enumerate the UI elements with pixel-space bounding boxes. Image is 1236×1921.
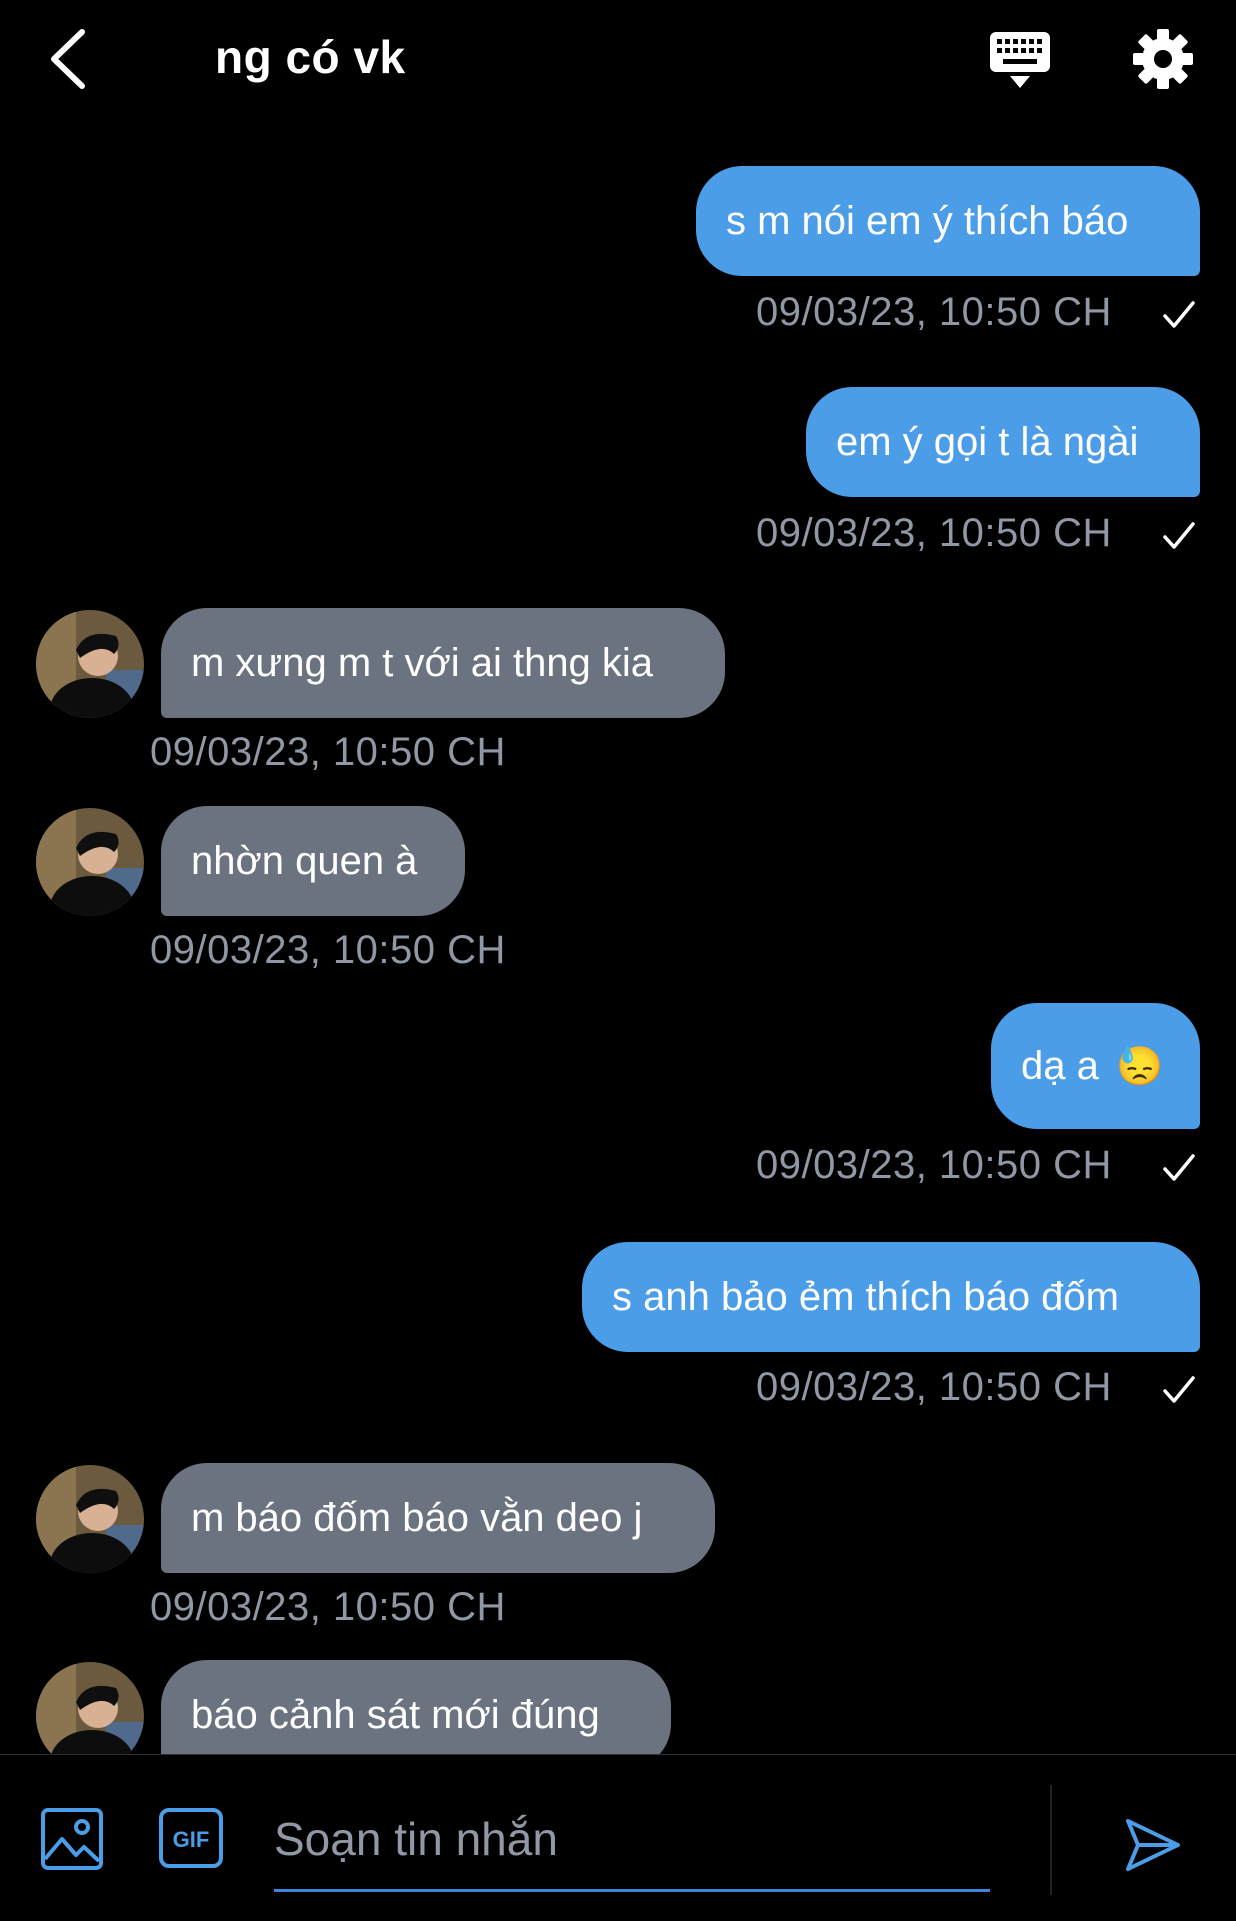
avatar[interactable] [36,1465,144,1573]
send-icon[interactable] [1124,1817,1182,1873]
incoming-message-bubble[interactable]: nhờn quen à [161,806,465,916]
incoming-message-bubble[interactable]: m xưng m t với ai thng kia [161,608,725,718]
outgoing-message-bubble[interactable]: dạ a 😓 [991,1003,1200,1129]
message-text: m xưng m t với ai thng kia [191,641,654,685]
svg-text:GIF: GIF [173,1827,210,1852]
message-timestamp: 09/03/23, 10:50 CH [756,1143,1112,1187]
outgoing-message-bubble[interactable]: s anh bảo ẻm thích báo đốm [582,1242,1200,1352]
composer-divider [1050,1785,1052,1895]
message-timestamp: 09/03/23, 10:50 CH [150,928,506,972]
message-text: báo cảnh sát mới đúng [191,1693,600,1737]
message-input[interactable] [274,1789,990,1892]
checkmark-icon [1163,1154,1195,1181]
message-text: dạ a [1021,1044,1099,1088]
back-chevron-icon[interactable] [44,26,94,92]
conversation-title: ng có vk [215,31,406,83]
checkmark-icon [1163,1376,1195,1403]
gear-icon[interactable] [1132,28,1194,90]
outgoing-message-bubble[interactable]: em ý gọi t là ngài [806,387,1200,497]
gif-icon[interactable]: GIF [158,1807,224,1869]
message-text: s m nói em ý thích báo [726,199,1129,243]
message-text: nhờn quen à [191,839,418,883]
keyboard-icon[interactable] [988,30,1052,92]
message-timestamp: 09/03/23, 10:50 CH [150,1585,506,1629]
outgoing-message-bubble[interactable]: s m nói em ý thích báo [696,166,1200,276]
message-timestamp: 09/03/23, 10:50 CH [756,511,1112,555]
checkmark-icon [1163,301,1195,328]
message-text: em ý gọi t là ngài [836,420,1139,464]
message-timestamp: 09/03/23, 10:50 CH [150,730,506,774]
message-timestamp: 09/03/23, 10:50 CH [756,290,1112,334]
image-icon[interactable] [40,1807,104,1871]
message-text: s anh bảo ẻm thích báo đốm [612,1275,1119,1319]
message-composer: GIF [0,1754,1236,1921]
avatar[interactable] [36,808,144,916]
sweat-face-emoji: 😓 [1115,1046,1164,1088]
message-timestamp: 09/03/23, 10:50 CH [756,1365,1112,1409]
chat-header: ng có vk [0,0,1236,120]
checkmark-icon [1163,522,1195,549]
avatar[interactable] [36,610,144,718]
incoming-message-bubble[interactable]: m báo đốm báo vằn deo j [161,1463,715,1573]
message-text: m báo đốm báo vằn deo j [191,1496,643,1540]
